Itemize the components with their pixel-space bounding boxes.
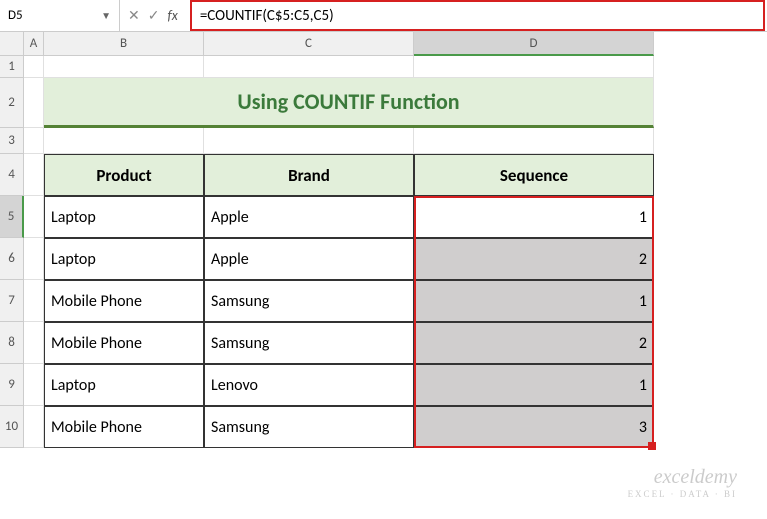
table-row: Mobile Phone Samsung 3 bbox=[24, 406, 654, 448]
cell-product[interactable]: Mobile Phone bbox=[44, 406, 204, 448]
cell-product[interactable]: Mobile Phone bbox=[44, 322, 204, 364]
chevron-down-icon[interactable]: ▼ bbox=[101, 9, 111, 22]
column-headers: A B C D bbox=[0, 32, 767, 56]
table-row: Mobile Phone Samsung 1 bbox=[24, 280, 654, 322]
table-header-sequence[interactable]: Sequence bbox=[414, 154, 654, 196]
formula-controls: ✕ ✓ fx bbox=[120, 7, 190, 24]
table-row: Mobile Phone Samsung 2 bbox=[24, 322, 654, 364]
cell[interactable] bbox=[24, 154, 44, 196]
name-box-value: D5 bbox=[8, 8, 101, 23]
table-row: Laptop Apple 1 bbox=[24, 196, 654, 238]
table-header-brand[interactable]: Brand bbox=[204, 154, 414, 196]
cancel-icon[interactable]: ✕ bbox=[128, 7, 140, 24]
cell-sequence[interactable]: 2 bbox=[414, 322, 654, 364]
cell-brand[interactable]: Apple bbox=[204, 238, 414, 280]
watermark-sub: EXCEL · DATA · BI bbox=[628, 489, 737, 499]
cell[interactable] bbox=[24, 364, 44, 406]
cell-brand[interactable]: Apple bbox=[204, 196, 414, 238]
row-header[interactable]: 2 bbox=[0, 78, 24, 128]
formula-bar: D5 ▼ ✕ ✓ fx =COUNTIF(C$5:C5,C5) bbox=[0, 0, 767, 32]
cell-brand[interactable]: Samsung bbox=[204, 406, 414, 448]
cell[interactable] bbox=[24, 322, 44, 364]
cell-sequence[interactable]: 1 bbox=[414, 196, 654, 238]
cell-brand[interactable]: Samsung bbox=[204, 280, 414, 322]
row-header[interactable]: 8 bbox=[0, 322, 24, 364]
row-header[interactable]: 1 bbox=[0, 56, 24, 78]
cell-brand[interactable]: Lenovo bbox=[204, 364, 414, 406]
cell-sequence[interactable]: 1 bbox=[414, 364, 654, 406]
formula-input[interactable]: =COUNTIF(C$5:C5,C5) bbox=[190, 0, 765, 31]
col-header-c[interactable]: C bbox=[204, 32, 414, 56]
select-all-corner[interactable] bbox=[0, 32, 24, 56]
cell-brand[interactable]: Samsung bbox=[204, 322, 414, 364]
cell-product[interactable]: Laptop bbox=[44, 196, 204, 238]
row-header[interactable]: 7 bbox=[0, 280, 24, 322]
cell-product[interactable]: Laptop bbox=[44, 364, 204, 406]
cell[interactable] bbox=[24, 56, 44, 78]
accept-icon[interactable]: ✓ bbox=[148, 7, 160, 24]
cell[interactable] bbox=[24, 238, 44, 280]
table-row: Laptop Apple 2 bbox=[24, 238, 654, 280]
row-headers: 1 2 3 4 5 6 7 8 9 10 bbox=[0, 56, 24, 448]
cell[interactable] bbox=[44, 56, 204, 78]
cell[interactable] bbox=[24, 406, 44, 448]
cell[interactable] bbox=[24, 280, 44, 322]
cell-sequence[interactable]: 2 bbox=[414, 238, 654, 280]
col-header-b[interactable]: B bbox=[44, 32, 204, 56]
spreadsheet-grid[interactable]: Using COUNTIF Function Product Brand Seq… bbox=[24, 56, 654, 448]
cell-product[interactable]: Mobile Phone bbox=[44, 280, 204, 322]
cell[interactable] bbox=[414, 128, 654, 154]
row-header[interactable]: 9 bbox=[0, 364, 24, 406]
col-header-d[interactable]: D bbox=[414, 32, 654, 56]
row-header[interactable]: 4 bbox=[0, 154, 24, 196]
cell[interactable] bbox=[204, 56, 414, 78]
row-header[interactable]: 6 bbox=[0, 238, 24, 280]
cell[interactable] bbox=[24, 78, 44, 128]
table-row: Laptop Lenovo 1 bbox=[24, 364, 654, 406]
cell-sequence[interactable]: 3 bbox=[414, 406, 654, 448]
cell-sequence[interactable]: 1 bbox=[414, 280, 654, 322]
row-header[interactable]: 3 bbox=[0, 128, 24, 154]
cell[interactable] bbox=[24, 128, 44, 154]
row-header[interactable]: 5 bbox=[0, 196, 24, 238]
table-header-product[interactable]: Product bbox=[44, 154, 204, 196]
cell[interactable] bbox=[24, 196, 44, 238]
formula-text: =COUNTIF(C$5:C5,C5) bbox=[200, 7, 334, 25]
row-header[interactable]: 10 bbox=[0, 406, 24, 448]
col-header-a[interactable]: A bbox=[24, 32, 44, 56]
cell[interactable] bbox=[204, 128, 414, 154]
cell[interactable] bbox=[44, 128, 204, 154]
cell-product[interactable]: Laptop bbox=[44, 238, 204, 280]
cell[interactable] bbox=[414, 56, 654, 78]
fx-icon[interactable]: fx bbox=[167, 7, 177, 24]
name-box[interactable]: D5 ▼ bbox=[0, 0, 120, 31]
watermark: exceldemy EXCEL · DATA · BI bbox=[628, 466, 737, 499]
watermark-main: exceldemy bbox=[628, 466, 737, 489]
page-title[interactable]: Using COUNTIF Function bbox=[44, 78, 654, 128]
